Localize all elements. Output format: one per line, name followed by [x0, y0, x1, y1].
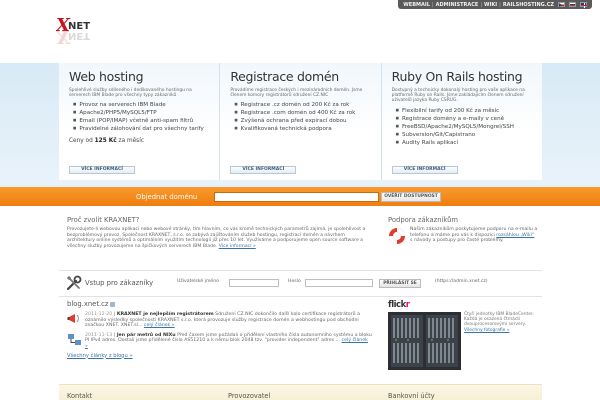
topnav-link-webmail[interactable]: WEBMAIL: [403, 2, 430, 8]
panel-title: Ruby On Rails hosting: [391, 69, 523, 84]
panel-intro: Provádíme registrace českých i mezinárod…: [230, 88, 363, 99]
panel-title: Registrace domén: [230, 69, 339, 84]
why-text: Provozujete-li webovou aplikaci nebo web…: [67, 227, 372, 249]
blog-post: 2011-12-20 | KRAXNET je nejlepším regist…: [67, 312, 372, 329]
flickr-row: Čtyři jednotky IBM BladeCenter. Každá je…: [388, 312, 538, 370]
feature-item: Apache2/PHP5/MySQL5/FTP: [73, 109, 210, 117]
blog-section: blog.xnet.cz 2011-12-20 | KRAXNET je nej…: [67, 300, 372, 359]
feature-item: Flexibilní tarify od 200 Kč za měsíc: [396, 107, 533, 115]
czech-flag-icon[interactable]: [558, 2, 565, 7]
xnet-logo[interactable]: X NET X NET: [56, 14, 100, 48]
flickr-caption: Čtyři jednotky IBM BladeCenter. Každá je…: [464, 312, 538, 370]
post-read-more-link[interactable]: celý článek »: [144, 323, 175, 328]
wiki-link[interactable]: rozsáhlou „Wiki“: [496, 233, 534, 238]
network-icon: [68, 333, 81, 345]
flickr-caption-text: Čtyři jednotky IBM BladeCenter. Každá je…: [464, 312, 534, 328]
feature-item: Registrace .cz domén od 200 Kč za rok: [234, 101, 371, 109]
feature-item: FreeBSD/Apache2/MySQL5/Mongrel/SSH: [396, 123, 533, 131]
panel-intro: Dostupný a technicky dokonalý hosting pr…: [391, 88, 525, 104]
topnav-link-railshosting[interactable]: RAILSHOSTING.CZ: [503, 2, 554, 8]
flickr-logo[interactable]: flickr: [388, 300, 538, 310]
top-navigation: WEBMAIL | ADMINISTRACE | WIKI | RAILSHOS…: [398, 0, 592, 9]
feature-list: Flexibilní tarify od 200 Kč za měsíc Reg…: [396, 107, 533, 147]
check-availability-button[interactable]: OVĚŘIT DOSTUPNOST: [381, 192, 441, 202]
password-label: Heslo: [288, 279, 301, 284]
topnav-link-administrace[interactable]: ADMINISTRACE: [436, 2, 479, 8]
price-suffix: za měsíc: [118, 138, 145, 145]
password-input[interactable]: [305, 279, 373, 287]
megaphone-icon: [67, 314, 79, 323]
blog-post-text: 2011-11-13 | Jen pár metrů od NIXu Před …: [85, 332, 372, 349]
why-more-link[interactable]: Více informací »: [219, 244, 256, 249]
web-hosting-more-info-button[interactable]: VÍCE INFORMACÍ: [69, 166, 135, 174]
feature-item: Zvýšená ochrana před expirací dobou: [234, 117, 371, 125]
feature-item: Kvalifikovaná technická podpora: [234, 125, 371, 133]
flickr-logo-part: flick: [388, 300, 406, 310]
rails-more-info-button[interactable]: VÍCE INFORMACÍ: [391, 166, 458, 174]
support-section: Podpora zákazníkům Našim zákazníkům posk…: [388, 216, 538, 245]
server-rack-photo[interactable]: [388, 312, 461, 370]
price-prefix: Ceny od: [69, 138, 93, 145]
admin-url-label: (https://admin.xnet.cz): [435, 279, 488, 284]
panel-intro: Spolehlivé služby sdíleného i dedikované…: [69, 88, 192, 99]
post-title[interactable]: KRAXNET je nejlepším registrátorem: [117, 312, 214, 317]
lifebuoy-icon: [389, 228, 405, 244]
divider: [59, 296, 542, 297]
separator: |: [431, 1, 434, 8]
price-value: 125 Kč: [94, 138, 117, 145]
feature-item: Subversion/Git/Capistrano: [396, 131, 533, 139]
post-date: 2011-12-20: [85, 312, 113, 317]
panel-web-hosting: Web hosting Spolehlivé služby sdíleného …: [59, 63, 220, 180]
footer-operator: Provozovatel: [228, 392, 271, 400]
divider: [59, 270, 542, 271]
section-title: Proč zvolit KRAXNET?: [67, 216, 140, 224]
tools-icon: [66, 275, 82, 291]
login-title: Vstup pro zákazníky: [85, 279, 154, 287]
topnav-link-wiki[interactable]: WIKI: [484, 2, 497, 8]
feature-item: Email (POP/IMAP) včetně anti-spam filtrů: [73, 117, 210, 125]
domain-search-input[interactable]: [214, 192, 379, 202]
blog-title-text[interactable]: blog.xnet.cz: [67, 300, 108, 308]
why-paragraph: Provozujete-li webovou aplikaci nebo web…: [67, 227, 366, 249]
username-label: Uživatelské jméno: [177, 279, 219, 284]
panel-domain-registration: Registrace domén Provádíme registrace če…: [219, 63, 381, 180]
english-flag-icon[interactable]: [580, 2, 588, 8]
separator: |: [480, 1, 483, 8]
domain-search-label: Objednat doménu: [136, 193, 198, 201]
footer: [59, 384, 542, 400]
panel-title: Web hosting: [69, 69, 144, 84]
feature-item: Audity Rails aplikací: [396, 139, 533, 147]
username-input[interactable]: [229, 279, 279, 287]
panel-rails-hosting: Ruby On Rails hosting Dostupný a technic…: [380, 63, 542, 180]
all-photos-link[interactable]: Všechny fotografie »: [464, 328, 509, 333]
section-title: Podpora zákazníkům: [388, 216, 459, 224]
flickr-logo-part: r: [405, 300, 410, 310]
feature-item: Pravidelné zálohování dat pro všechny ta…: [73, 125, 210, 133]
price-info: Ceny od 125 Kč za měsíc: [69, 138, 210, 144]
customer-login: Vstup pro zákazníky Uživatelské jméno He…: [59, 273, 542, 295]
svg-text:NET: NET: [68, 30, 90, 41]
feature-item: Registrace .com domén od 400 Kč za rok: [234, 109, 371, 117]
slovak-flag-icon[interactable]: [569, 2, 576, 7]
support-text: Našim zákazníkům poskytujeme podporu na …: [410, 227, 538, 245]
blog-title: blog.xnet.cz: [67, 300, 372, 308]
flickr-section: flickr Čtyři jednotky IBM BladeCenter. K…: [388, 300, 538, 370]
domains-more-info-button[interactable]: VÍCE INFORMACÍ: [230, 166, 297, 174]
blog-post: 2011-11-13 | Jen pár metrů od NIXu Před …: [67, 333, 372, 350]
footer-bank-accounts: Bankovní účty: [388, 392, 435, 400]
footer-contact: Kontakt: [67, 392, 93, 400]
why-section: Proč zvolit KRAXNET? Provozujete-li webo…: [67, 216, 372, 249]
feature-item: Registrace domény a e-maily v ceně: [396, 115, 533, 123]
blog-post-text: 2011-12-20 | KRAXNET je nejlepším regist…: [85, 312, 360, 329]
rss-icon[interactable]: [110, 301, 116, 307]
feature-item: Provoz na serverech IBM Blade: [73, 101, 210, 109]
service-panels: Web hosting Spolehlivé služby sdíleného …: [59, 63, 542, 180]
login-button[interactable]: PŘIHLÁSIT SE: [379, 279, 421, 288]
feature-list: Provoz na serverech IBM Blade Apache2/PH…: [73, 101, 210, 133]
feature-list: Registrace .cz domén od 200 Kč za rok Re…: [234, 101, 371, 133]
separator: |: [499, 1, 501, 8]
support-row: Našim zákazníkům poskytujeme podporu na …: [388, 227, 538, 245]
all-blog-posts-link[interactable]: Všechny články z blogu »: [67, 353, 372, 359]
support-text-after: s návody a postupy pro časté problémy.: [410, 238, 504, 244]
